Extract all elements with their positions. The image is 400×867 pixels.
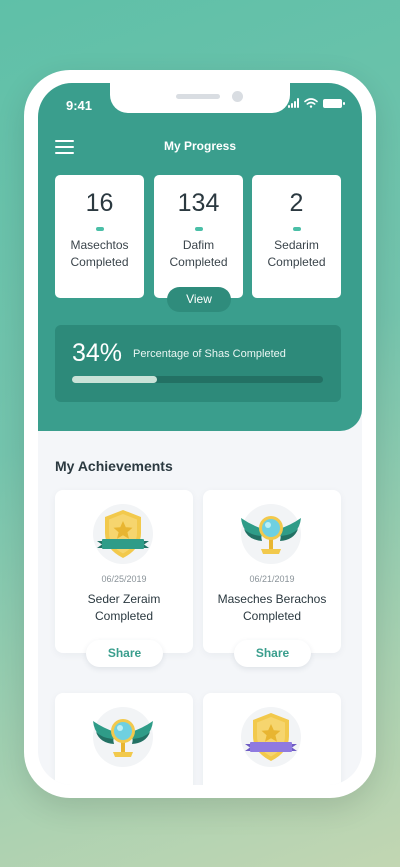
achievement-title-line: Completed <box>94 609 154 623</box>
achievement-card-seder-zeraim[interactable]: 06/25/2019 Seder Zeraim Completed Share <box>55 490 193 667</box>
stat-card-sedarim: 2 Sedarim Completed <box>252 175 341 298</box>
stat-label: Completed <box>169 255 228 269</box>
stat-label: Completed <box>267 255 326 269</box>
achievement-title-line: Completed <box>242 609 302 623</box>
stat-card-masechtos: 16 Masechtos Completed <box>55 175 144 298</box>
winged-trophy-icon <box>239 502 303 566</box>
winged-trophy-icon <box>91 705 155 769</box>
wifi-icon <box>304 98 318 108</box>
share-button[interactable]: Share <box>234 640 311 667</box>
stat-label: Masechtos <box>70 238 129 252</box>
achievement-title: Maseches Berachos Completed <box>203 591 341 625</box>
stat-value: 134 <box>177 189 220 217</box>
achievement-title-line: Maseches Berachos <box>217 592 327 606</box>
achievements-title: My Achievements <box>55 458 173 474</box>
status-time: 9:41 <box>66 98 93 113</box>
front-camera <box>232 91 243 102</box>
stat-value: 2 <box>289 189 304 217</box>
star-shield-badge-icon <box>239 705 303 769</box>
stat-label: Sedarim <box>274 238 319 252</box>
view-button[interactable]: View <box>167 287 231 312</box>
achievement-date: 06/25/2019 <box>101 574 147 584</box>
stat-value: 16 <box>85 189 114 217</box>
device-notch <box>110 83 290 113</box>
stat-divider <box>95 227 104 231</box>
achievement-title: Seder Zeraim Completed <box>55 591 193 625</box>
stat-card-dafim: 134 Dafim Completed <box>154 175 243 298</box>
speaker-grille <box>176 94 220 99</box>
stat-label: Completed <box>70 255 129 269</box>
star-shield-badge-icon <box>91 502 155 566</box>
page-title: My Progress <box>163 139 237 153</box>
app-screen: 9:41 My Progress 16 Masechtos Completed … <box>38 83 362 785</box>
stat-divider <box>194 227 203 231</box>
achievement-card[interactable] <box>203 693 341 785</box>
share-button[interactable]: Share <box>86 640 163 667</box>
battery-icon <box>323 98 345 108</box>
stat-label: Dafim <box>182 238 215 252</box>
achievement-date: 06/21/2019 <box>249 574 295 584</box>
achievement-card[interactable] <box>55 693 193 785</box>
shas-label: Percentage of Shas Completed <box>133 348 286 360</box>
achievement-title-line: Seder Zeraim <box>87 592 161 606</box>
cellular-signal-icon <box>288 98 299 108</box>
achievement-card-maseches-berachos[interactable]: 06/21/2019 Maseches Berachos Completed S… <box>203 490 341 667</box>
status-icons <box>288 98 345 108</box>
phone-frame: 9:41 My Progress 16 Masechtos Completed … <box>24 70 376 798</box>
stat-divider <box>292 227 301 231</box>
shas-progress-bar <box>72 376 323 383</box>
shas-percent: 34% <box>72 339 123 367</box>
shas-progress-fill <box>72 376 158 383</box>
progress-header: 9:41 My Progress 16 Masechtos Completed … <box>38 83 362 431</box>
shas-progress-panel: 34% Percentage of Shas Completed <box>55 325 341 402</box>
